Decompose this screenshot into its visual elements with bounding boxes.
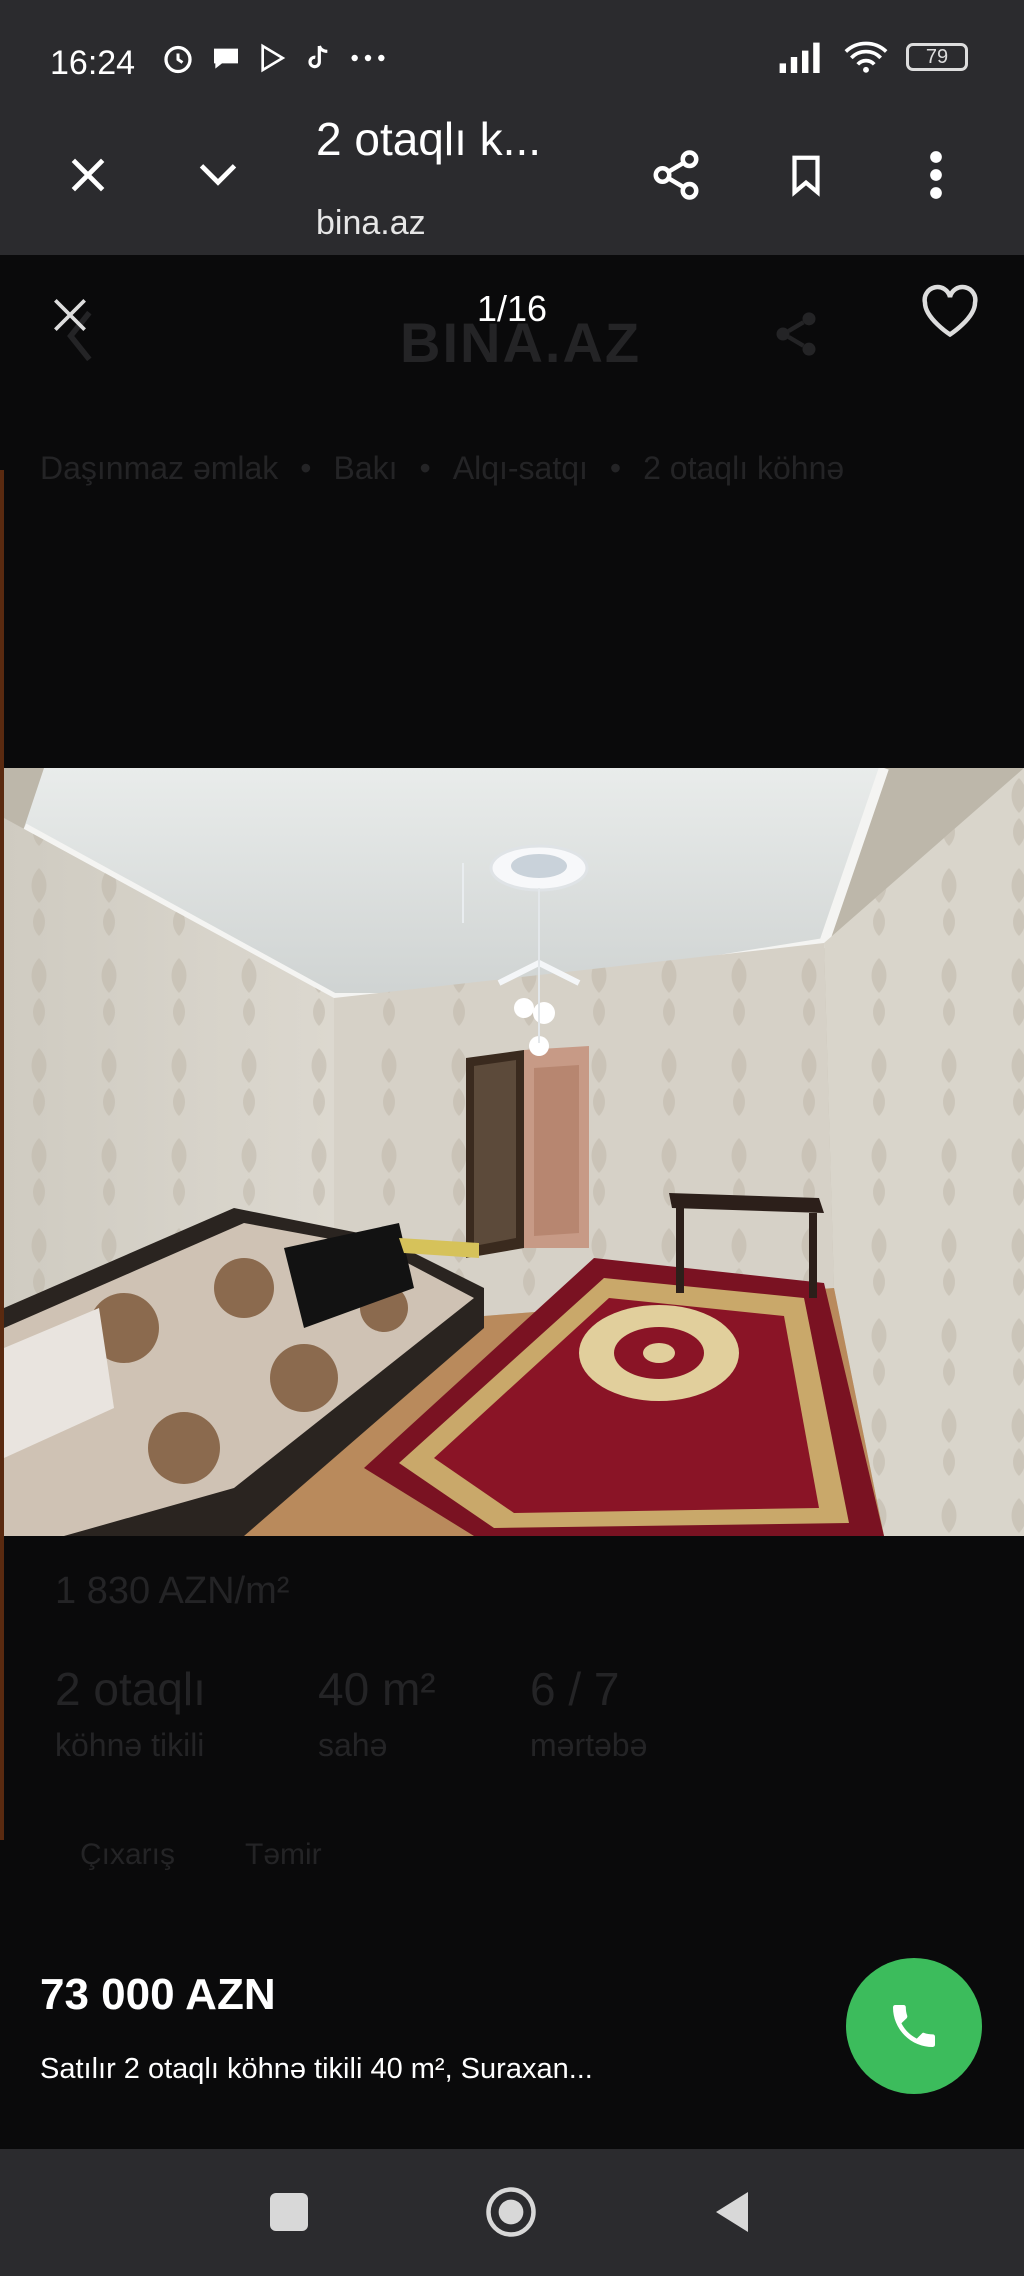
stat-rooms-label: köhnə tikili (55, 1727, 205, 1763)
call-button[interactable] (846, 1958, 982, 2094)
listing-description: Satılır 2 otaqlı köhnə tikili 40 m², Sur… (40, 2053, 593, 2085)
price-per-m2: 1 830 AZN/m² (55, 1570, 290, 1612)
back-triangle-icon (716, 2192, 748, 2232)
feature-tags: Çıxarış Təmir (80, 1838, 322, 1872)
stat-floor-value: 6 / 7 (530, 1663, 620, 1715)
more-vert-icon (930, 151, 942, 199)
alarm-icon (164, 45, 192, 74)
tag-extract: Çıxarış (80, 1838, 176, 1871)
close-icon (71, 158, 105, 192)
tab-title: 2 otaqlı k... (316, 113, 542, 165)
breadcrumb-item: Bakı (333, 450, 398, 486)
photo-counter: 1/16 (476, 288, 548, 329)
chat-icon (214, 48, 238, 69)
play-store-icon (261, 43, 286, 73)
bookmark-icon (792, 155, 820, 197)
close-tab-button[interactable] (48, 135, 128, 215)
status-time: 16:24 (50, 44, 136, 82)
heart-icon (922, 284, 978, 338)
share-icon (653, 150, 699, 200)
breadcrumb-sep: • (300, 450, 312, 486)
bookmark-button[interactable] (766, 135, 846, 215)
stat-area-label: sahə (318, 1727, 388, 1763)
share-button[interactable] (636, 135, 716, 215)
breadcrumb-sep: • (419, 450, 431, 486)
tag-renovation: Təmir (245, 1838, 322, 1871)
chevron-down-icon (199, 164, 237, 186)
listing-photo[interactable] (4, 768, 1024, 1536)
collapse-button[interactable] (178, 135, 258, 215)
favorite-button[interactable] (910, 272, 990, 352)
tab-url[interactable]: bina.az (316, 204, 426, 243)
status-left-icons (160, 40, 388, 76)
tiktok-icon (308, 45, 328, 69)
breadcrumb-sep: • (609, 450, 622, 486)
stat-area-value: 40 m² (318, 1663, 436, 1715)
signal-icon (779, 42, 820, 73)
stat-rooms-value: 2 otaqlı (55, 1663, 206, 1715)
recents-button[interactable] (270, 2193, 308, 2231)
more-dots-icon (351, 54, 385, 62)
breadcrumb-item: 2 otaqlı köhnə (643, 450, 845, 486)
breadcrumb-item: Daşınmaz əmlak (40, 450, 279, 486)
home-icon (486, 2187, 536, 2237)
battery-icon: 79 (906, 43, 968, 71)
menu-button[interactable] (896, 135, 976, 215)
home-button[interactable] (484, 2185, 538, 2239)
breadcrumb-item: Alqı-satqı (452, 450, 588, 486)
breadcrumb: Daşınmaz əmlak • Bakı • Alqı-satqı • 2 o… (40, 450, 844, 487)
back-button[interactable] (712, 2188, 752, 2241)
phone-icon (893, 2005, 935, 2047)
stat-floor-label: mərtəbə (530, 1727, 648, 1763)
status-right-icons: 79 (778, 40, 968, 74)
wifi-icon (844, 41, 888, 73)
listing-price: 73 000 AZN (40, 1970, 276, 2019)
